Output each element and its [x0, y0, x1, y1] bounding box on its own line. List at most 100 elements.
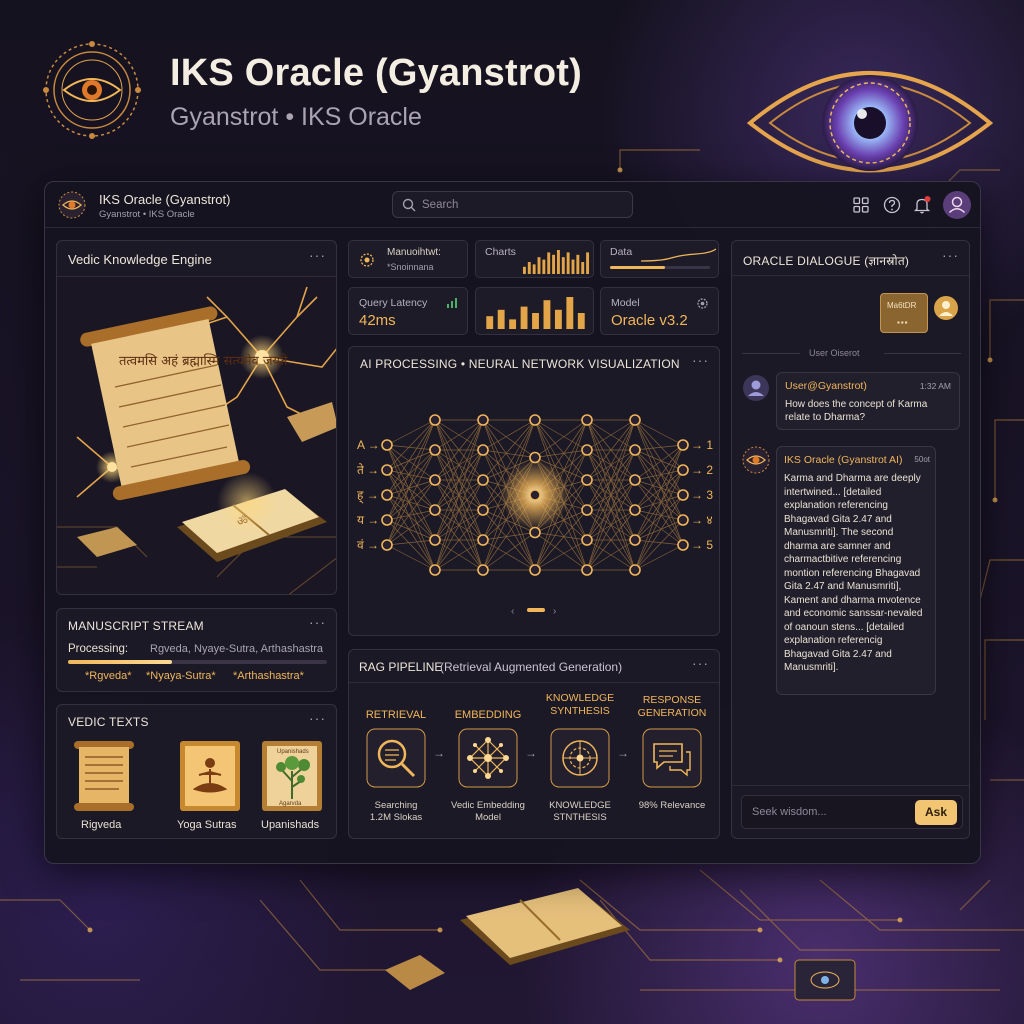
user-avatar[interactable] — [943, 191, 971, 219]
more-options-icon[interactable]: ··· — [692, 655, 709, 671]
app-title: IKS Oracle (Gyanstrot) — [99, 192, 231, 207]
neuron-node — [429, 444, 441, 456]
carousel-next-icon[interactable]: › — [553, 606, 556, 617]
rag-step-embedding[interactable]: EMBEDDING Vedic Embedding Model — [445, 690, 531, 835]
vedic-text-rigveda[interactable]: Rigveda — [71, 739, 137, 835]
hero-subtitle: Gyanstrot • IKS Oracle — [170, 103, 422, 131]
neuron-node — [529, 451, 541, 464]
data-stat-card[interactable]: Data — [600, 240, 719, 278]
settings-icon — [360, 253, 374, 267]
rag-step-knowledge-synthesis[interactable]: KNOWLEDGE SYNTHESIS KNOWLEDGE STNTHESIS — [537, 690, 623, 835]
carousel-prev-icon[interactable]: ‹ — [511, 606, 514, 617]
more-options-icon[interactable]: ··· — [942, 247, 959, 263]
manuscripts-value: *Snoinnana — [387, 262, 434, 272]
arrow-right-icon: → — [433, 746, 445, 760]
oracle-card[interactable]: Ma6tDR ▪▪▪ — [880, 293, 928, 333]
mini-bar — [571, 259, 575, 274]
model-card[interactable]: Model Oracle v3.2 — [600, 287, 719, 335]
chat-input[interactable]: Seek wisdom... Ask — [741, 795, 963, 829]
panel-title: AI PROCESSING • NEURAL NETWORK VISUALIZA… — [360, 357, 680, 371]
mini-bar — [566, 252, 570, 274]
neuron-node — [581, 474, 593, 486]
charts-stat-card[interactable]: Charts — [475, 240, 594, 278]
scroll-text: तत्वमसि अहं ब्रह्मास्मि सत्यमेव जयते — [119, 353, 288, 369]
chat-input-placeholder: Seek wisdom... — [752, 806, 827, 818]
latency-label: Query Latency — [359, 297, 428, 309]
oracle-eye-avatar-icon — [742, 446, 770, 474]
rag-step-response-generation[interactable]: RESPONSE GENERATION 98% Relevance — [629, 690, 715, 835]
oracle-card-label: Ma6tDR — [887, 301, 917, 310]
output-label: → 5 — [691, 538, 713, 552]
search-box[interactable]: Search — [392, 191, 633, 218]
message-time: 50ot — [914, 455, 930, 464]
search-icon — [402, 198, 416, 212]
input-label: ते → — [357, 463, 379, 477]
grid-icon[interactable] — [851, 195, 871, 215]
neuron-node — [629, 474, 641, 486]
help-icon[interactable] — [882, 195, 902, 215]
vedic-knowledge-engine-panel: Vedic Knowledge Engine ··· तत्वमसि अहं ब… — [56, 240, 337, 595]
input-label: ह् → — [357, 488, 379, 505]
user-message-bubble: User@Gyanstrot) 1:32 AM How does the con… — [776, 372, 960, 430]
mini-bar — [543, 300, 551, 329]
neuron-node — [629, 564, 641, 576]
bell-icon[interactable] — [912, 195, 932, 215]
neuron-node — [477, 444, 489, 456]
rag-step-title: EMBEDDING — [454, 709, 522, 721]
neuron-node — [629, 534, 641, 546]
neuron-node — [381, 439, 393, 451]
chat-icon — [642, 728, 702, 788]
model-value: Oracle v3.2 — [611, 312, 688, 329]
more-options-icon[interactable]: ··· — [309, 247, 326, 263]
scroll-icon — [74, 741, 134, 811]
neuron-node — [677, 439, 689, 451]
mini-bar — [497, 309, 505, 329]
network-icon — [458, 728, 518, 788]
ask-button[interactable]: Ask — [915, 800, 957, 825]
neuron-node — [677, 489, 689, 501]
mini-bar — [486, 316, 494, 329]
ai-message-text: Karma and Dharma are deeply intertwined.… — [784, 473, 923, 673]
brain-icon — [550, 728, 610, 788]
oracle-avatar-icon — [934, 296, 958, 320]
throughput-bars-card[interactable] — [475, 287, 594, 335]
neuron-node — [529, 489, 541, 501]
mini-bar — [520, 306, 528, 329]
manuscript-stream-panel: MANUSCRIPT STREAM ··· Processing: Rgveda… — [56, 608, 337, 692]
mini-bar — [552, 254, 556, 274]
user-avatar-icon — [743, 375, 769, 401]
vedic-text-yoga-sutras[interactable]: Yoga Sutras — [177, 739, 247, 835]
neuron-node — [529, 526, 541, 539]
mini-bar — [561, 257, 565, 274]
latency-value: 42ms — [359, 312, 396, 329]
stream-tag: *Nyaya-Sutra* — [146, 670, 216, 682]
neuron-node — [429, 504, 441, 516]
mini-bar — [542, 259, 546, 274]
more-options-icon[interactable]: ··· — [692, 352, 709, 368]
neuron-node — [581, 444, 593, 456]
query-latency-card[interactable]: Query Latency 42ms — [348, 287, 468, 335]
user-message-text: How does the concept of Karma relate to … — [785, 399, 928, 423]
neuron-node — [429, 564, 441, 576]
neuron-node — [381, 539, 393, 551]
mini-bar — [581, 262, 585, 274]
vedic-text-label: Yoga Sutras — [177, 819, 237, 831]
neuron-node — [477, 534, 489, 546]
magnifier-icon — [366, 728, 426, 788]
dialogue-divider: User Oiserot — [809, 348, 860, 358]
data-progress-fill — [610, 266, 665, 269]
more-options-icon[interactable]: ··· — [309, 710, 326, 726]
top-bar: IKS Oracle (Gyanstrot) Gyanstrot • IKS O… — [45, 182, 980, 228]
rag-step-title: KNOWLEDGE SYNTHESIS — [545, 692, 615, 717]
stream-progress-fill — [68, 660, 172, 664]
carousel-indicator[interactable] — [527, 608, 545, 612]
arrow-right-icon: → — [525, 746, 537, 760]
manuscripts-stat-card[interactable]: Manuoihtwt: *Snoinnana — [348, 240, 468, 278]
more-options-icon[interactable]: ··· — [309, 614, 326, 630]
mini-bar — [522, 266, 526, 274]
mini-bar — [537, 257, 541, 274]
rag-step-title: RETRIEVAL — [365, 709, 427, 721]
rag-step-retrieval[interactable]: RETRIEVAL Searching 1.2M Slokas — [353, 690, 439, 835]
vedic-text-upanishads[interactable]: Upanishads Agarvda Upanishads — [259, 739, 329, 835]
app-logo-icon — [58, 191, 86, 219]
